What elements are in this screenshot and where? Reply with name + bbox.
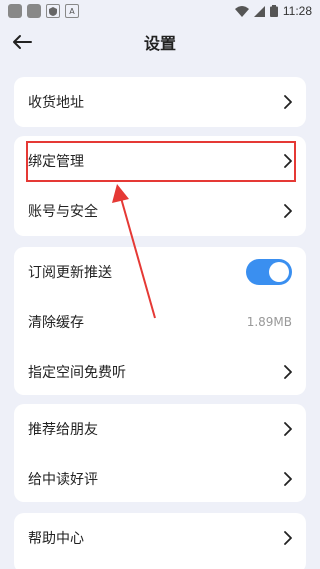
- address-row[interactable]: 收货地址: [14, 77, 306, 127]
- signal-icon: [253, 5, 265, 17]
- review-row[interactable]: 给中读好评: [14, 454, 306, 504]
- battery-icon: [269, 5, 278, 17]
- recommend-label: 推荐给朋友: [28, 422, 98, 438]
- help-center-label: 帮助中心: [28, 531, 84, 547]
- header: 设置: [0, 26, 320, 58]
- preferences-card: 订阅更新推送 清除缓存 1.89MB 指定空间免费听: [14, 247, 306, 395]
- subscribe-toggle[interactable]: [246, 259, 292, 285]
- binding-row[interactable]: 绑定管理: [14, 136, 306, 186]
- account-security-label: 账号与安全: [28, 204, 98, 220]
- subscribe-label: 订阅更新推送: [28, 265, 112, 281]
- account-security-row[interactable]: 账号与安全: [14, 186, 306, 236]
- chevron-right-icon: [284, 95, 292, 109]
- toggle-knob: [269, 262, 289, 282]
- chevron-right-icon: [284, 154, 292, 168]
- share-card: 推荐给朋友 给中读好评: [14, 404, 306, 502]
- page-title: 设置: [143, 34, 176, 53]
- chevron-right-icon: [284, 365, 292, 379]
- chevron-right-icon: [284, 422, 292, 436]
- status-bar: A 11:28: [0, 0, 320, 22]
- binding-label: 绑定管理: [28, 154, 84, 170]
- clear-cache-row[interactable]: 清除缓存 1.89MB: [14, 297, 306, 347]
- app-icon: [27, 4, 41, 18]
- recommend-row[interactable]: 推荐给朋友: [14, 404, 306, 454]
- cache-size: 1.89MB: [246, 315, 292, 329]
- address-card: 收货地址: [14, 77, 306, 127]
- help-card: 帮助中心: [14, 513, 306, 569]
- app-icon: [8, 4, 22, 18]
- chevron-right-icon: [284, 204, 292, 218]
- chevron-right-icon: [284, 531, 292, 545]
- clear-cache-label: 清除缓存: [28, 315, 84, 331]
- text-icon: A: [65, 4, 79, 18]
- status-time: 11:28: [282, 4, 312, 18]
- chevron-right-icon: [284, 472, 292, 486]
- wifi-icon: [234, 5, 249, 17]
- account-card: 绑定管理 账号与安全: [14, 136, 306, 236]
- subscribe-row: 订阅更新推送: [14, 247, 306, 297]
- free-listen-label: 指定空间免费听: [28, 365, 126, 381]
- review-label: 给中读好评: [28, 472, 98, 488]
- address-label: 收货地址: [28, 95, 84, 111]
- back-button[interactable]: [10, 30, 34, 54]
- shield-icon: [46, 4, 60, 18]
- free-listen-row[interactable]: 指定空间免费听: [14, 347, 306, 397]
- arrow-left-icon: [13, 35, 32, 49]
- help-center-row[interactable]: 帮助中心: [14, 513, 306, 563]
- notification-letter: A: [69, 6, 75, 16]
